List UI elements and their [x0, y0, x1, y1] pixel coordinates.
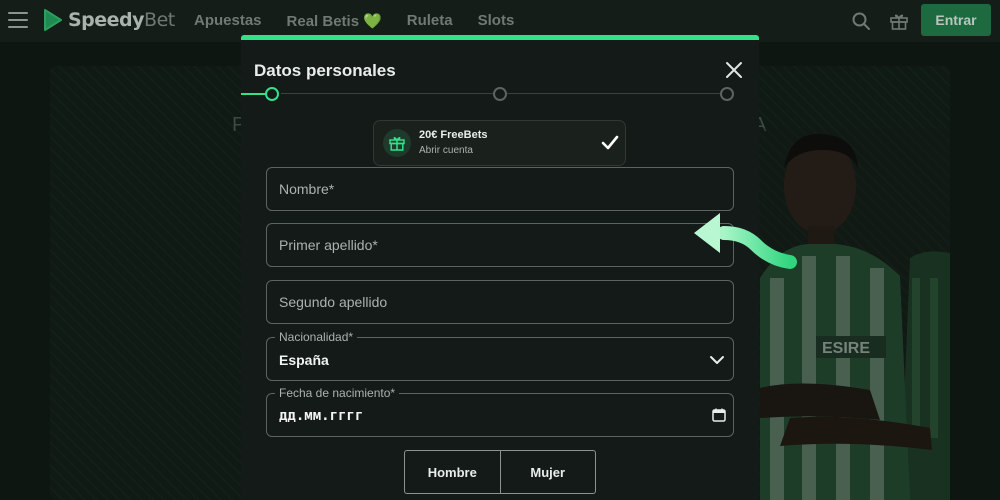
nacionalidad-select[interactable]: Nacionalidad* España — [266, 330, 734, 381]
nacionalidad-label: Nacionalidad* — [275, 330, 358, 344]
fecha-nacimiento-field[interactable]: Fecha de nacimiento* дд.мм.гггг — [266, 386, 734, 437]
pointer-arrow-icon — [694, 213, 797, 269]
logo-text: SpeedyBet — [68, 9, 175, 31]
gender-female-button[interactable]: Mujer — [499, 451, 596, 493]
nav-apuestas[interactable]: Apuestas — [194, 12, 262, 30]
nav-ruleta[interactable]: Ruleta — [407, 12, 453, 30]
segundo-apellido-input[interactable] — [267, 281, 733, 323]
nav-real-betis[interactable]: Real Betis 💚 — [287, 12, 382, 30]
bonus-subtitle: Abrir cuenta — [419, 145, 473, 156]
nav-slots[interactable]: Slots — [478, 12, 515, 30]
menu-icon[interactable] — [8, 12, 28, 28]
logo[interactable]: SpeedyBet — [40, 8, 175, 32]
stepper-progress-line — [241, 93, 267, 95]
step-1-dot — [265, 87, 279, 101]
chevron-down-icon — [710, 356, 724, 364]
gift-icon[interactable] — [889, 11, 909, 31]
search-icon[interactable] — [851, 11, 871, 31]
login-button[interactable]: Entrar — [921, 4, 991, 36]
nombre-input[interactable] — [267, 168, 733, 210]
gender-selector: Hombre Mujer — [404, 450, 596, 494]
logo-text-light: Bet — [144, 9, 175, 31]
nacionalidad-value: España — [279, 352, 329, 368]
step-3-dot — [720, 87, 734, 101]
progress-stepper — [241, 87, 759, 101]
calendar-icon[interactable] — [712, 408, 726, 422]
play-logo-icon — [44, 9, 62, 31]
primer-apellido-field — [266, 223, 734, 267]
stepper-line — [281, 93, 493, 94]
nav-links: Apuestas Real Betis 💚 Ruleta Slots — [194, 12, 514, 30]
gift-icon — [389, 137, 405, 151]
bonus-gift-badge — [383, 129, 411, 157]
modal-title: Datos personales — [254, 61, 396, 80]
segundo-apellido-field — [266, 280, 734, 324]
bonus-title: 20€ FreeBets — [419, 129, 488, 141]
gender-male-button[interactable]: Hombre — [405, 451, 500, 493]
nav-real-betis-label: Real Betis — [286, 13, 360, 30]
primer-apellido-input[interactable] — [267, 224, 733, 266]
registration-modal: Datos personales 20€ FreeBets Abrir cuen… — [241, 35, 759, 500]
logo-text-bold: Speedy — [68, 9, 145, 31]
bonus-card[interactable]: 20€ FreeBets Abrir cuenta — [373, 120, 626, 166]
stepper-line — [507, 93, 720, 94]
close-icon[interactable] — [724, 60, 744, 80]
fecha-nacimiento-value: дд.мм.гггг — [279, 408, 364, 424]
heart-icon: 💚 — [363, 13, 382, 30]
player-image: ESIRE — [760, 128, 950, 500]
step-2-dot — [493, 87, 507, 101]
check-icon — [601, 135, 619, 150]
fecha-nacimiento-label: Fecha de nacimiento* — [275, 386, 400, 400]
nombre-field — [266, 167, 734, 211]
